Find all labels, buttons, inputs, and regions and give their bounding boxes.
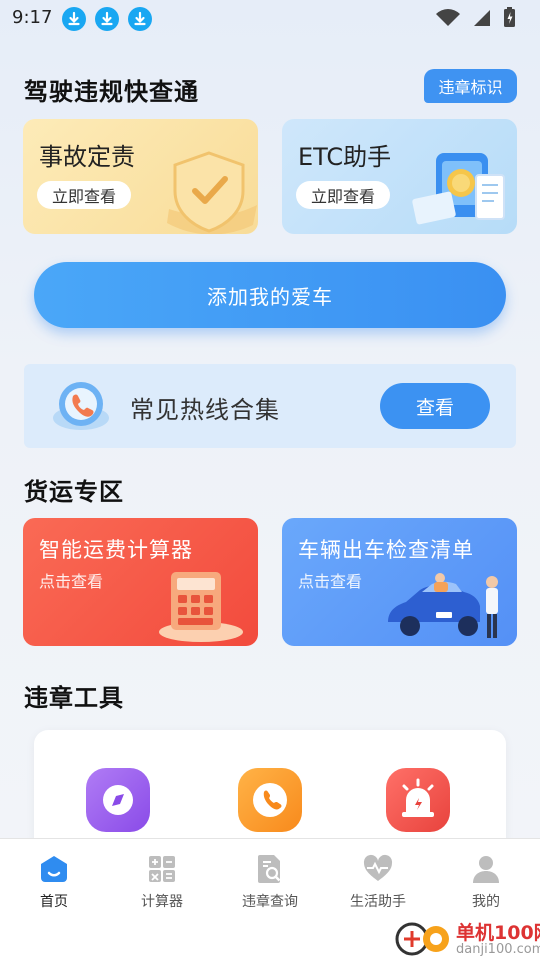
freight-calculator-card[interactable]: 智能运费计算器 点击查看 xyxy=(23,518,258,646)
etc-assistant-card[interactable]: ETC助手 立即查看 xyxy=(282,119,517,234)
battery-icon xyxy=(504,7,515,27)
nav-violation-query[interactable]: 违章查询 xyxy=(225,853,315,923)
card-subtitle: 点击查看 xyxy=(298,572,363,591)
nav-label: 违章查询 xyxy=(242,894,298,910)
card-title: ETC助手 xyxy=(298,143,392,171)
hotline-tool-button[interactable] xyxy=(238,768,302,832)
nav-label: 计算器 xyxy=(141,894,183,910)
tools-section-title: 违章工具 xyxy=(24,684,124,712)
page-title: 驾驶违规快查通 xyxy=(24,78,199,106)
view-now-button[interactable]: 立即查看 xyxy=(296,181,390,209)
status-time: 9:17 xyxy=(12,7,53,28)
download-icon xyxy=(95,7,119,31)
calculator-icon xyxy=(149,856,175,882)
hotline-collection-banner[interactable]: 常见热线合集 查看 xyxy=(24,364,516,448)
card-title: 车辆出车检查清单 xyxy=(298,538,474,562)
site-watermark: 单机100网 danji100.com xyxy=(394,918,540,960)
watermark-url: danji100.com xyxy=(456,942,540,957)
calculator-illustration-icon xyxy=(159,572,243,642)
nav-life-assistant[interactable]: 生活助手 xyxy=(333,853,423,923)
car-inspection-illustration-icon xyxy=(388,573,498,638)
compass-icon xyxy=(103,785,133,815)
card-title: 智能运费计算器 xyxy=(39,538,193,562)
status-icons xyxy=(430,6,530,30)
add-my-car-button[interactable]: 添加我的爱车 xyxy=(34,262,506,328)
view-hotlines-button[interactable]: 查看 xyxy=(380,383,490,429)
status-bar: 9:17 xyxy=(0,0,540,36)
phone-call-icon xyxy=(253,783,287,817)
freight-section-title: 货运专区 xyxy=(24,478,124,506)
violation-signs-button[interactable]: 违章标识 xyxy=(424,69,517,103)
alarm-tool-button[interactable] xyxy=(386,768,450,832)
nav-calculator[interactable]: 计算器 xyxy=(117,853,207,923)
siren-icon xyxy=(402,778,434,817)
document-search-icon xyxy=(258,855,281,883)
etc-card-icon xyxy=(412,153,505,225)
shield-check-icon xyxy=(167,151,257,234)
nav-label: 首页 xyxy=(40,894,68,910)
compass-tool-button[interactable] xyxy=(86,768,150,832)
heart-pulse-icon xyxy=(363,854,393,881)
watermark-title: 单机100网 xyxy=(456,922,540,944)
home-icon xyxy=(41,856,67,882)
view-now-button[interactable]: 立即查看 xyxy=(37,181,131,209)
wifi-icon xyxy=(436,9,460,26)
download-icon xyxy=(128,7,152,31)
signal-icon xyxy=(474,10,490,26)
nav-mine[interactable]: 我的 xyxy=(441,853,531,923)
phone-icon xyxy=(53,382,109,430)
user-icon xyxy=(473,856,499,883)
nav-label: 生活助手 xyxy=(350,894,406,910)
accident-liability-card[interactable]: 事故定责 立即查看 xyxy=(23,119,258,234)
card-subtitle: 点击查看 xyxy=(39,572,104,591)
nav-label: 我的 xyxy=(472,894,500,910)
nav-home[interactable]: 首页 xyxy=(9,853,99,923)
download-icon xyxy=(62,7,86,31)
card-title: 事故定责 xyxy=(39,143,135,171)
hotline-title: 常见热线合集 xyxy=(130,396,280,424)
watermark-logo-icon xyxy=(395,922,449,956)
vehicle-checklist-card[interactable]: 车辆出车检查清单 点击查看 xyxy=(282,518,517,646)
